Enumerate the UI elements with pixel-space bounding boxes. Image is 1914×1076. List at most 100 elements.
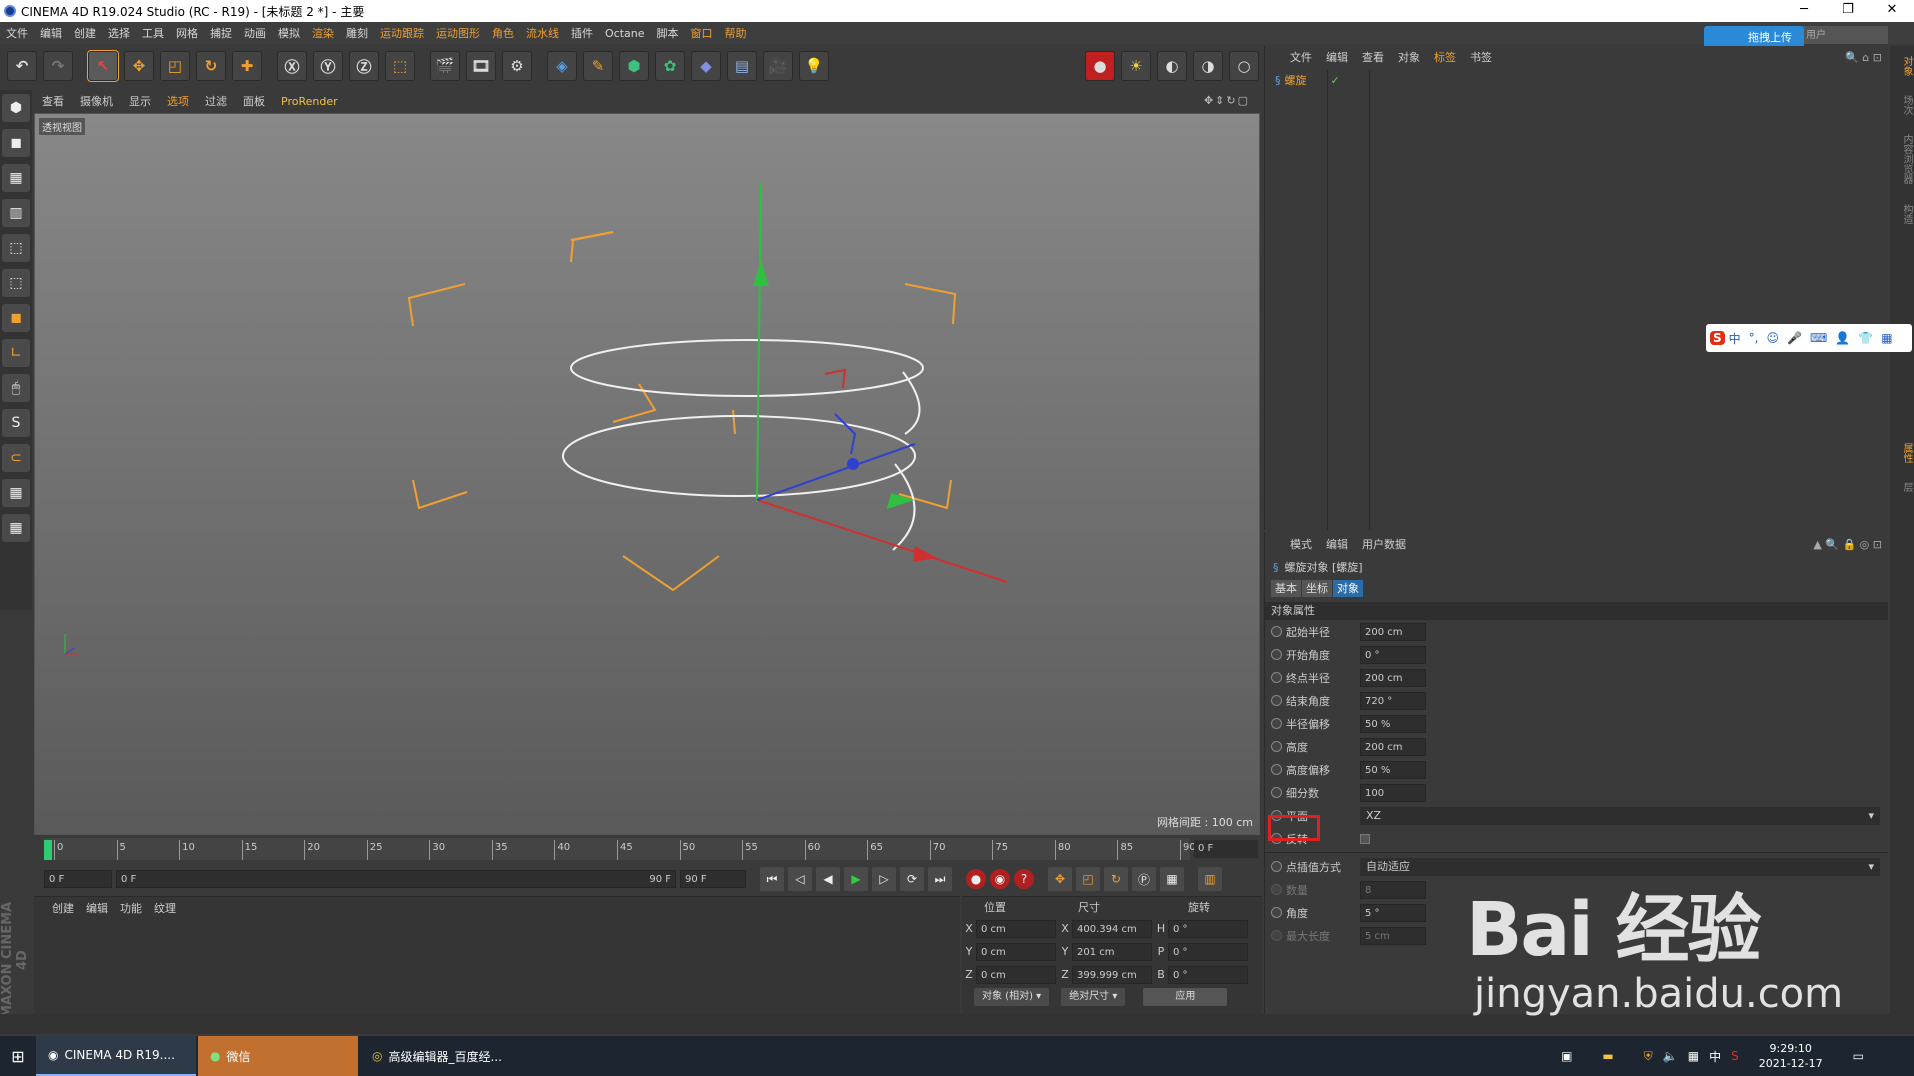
attr-menu-userdata[interactable]: 用户数据: [1355, 536, 1413, 552]
array-button[interactable]: ✿: [655, 51, 685, 81]
key-position-button[interactable]: ✥: [1048, 867, 1072, 891]
scale-tool-button[interactable]: ◰: [160, 51, 190, 81]
animate-radio[interactable]: [1271, 649, 1282, 660]
keyframe-selection-button[interactable]: ?: [1014, 869, 1034, 889]
render-picture-viewer-button[interactable]: 🎞: [466, 51, 496, 81]
menu-snap[interactable]: 捕捉: [204, 25, 238, 41]
undo-button[interactable]: ↶: [7, 51, 37, 81]
obj-menu-file[interactable]: 文件: [1283, 49, 1319, 65]
animate-radio[interactable]: [1271, 695, 1282, 706]
workplane-icon[interactable]: ▥: [2, 199, 30, 227]
menu-select[interactable]: 选择: [102, 25, 136, 41]
key-param-button[interactable]: Ⓟ: [1132, 867, 1156, 891]
texture-mode-icon[interactable]: ▦: [2, 164, 30, 192]
perspective-viewport[interactable]: 透视视图 网格间距 : 100 cm: [34, 113, 1260, 835]
user-dropdown[interactable]: 用户: [1802, 26, 1888, 44]
side-tab-layers[interactable]: 层: [1901, 482, 1912, 492]
size-z-field[interactable]: 399.999 cm: [1072, 965, 1152, 984]
size-x-field[interactable]: 400.394 cm: [1072, 919, 1152, 938]
redo-button[interactable]: ↷: [43, 51, 73, 81]
param-value-field[interactable]: 5 °: [1360, 903, 1426, 922]
menu-motion-tracking[interactable]: 运动跟踪: [374, 25, 430, 41]
notification-icon[interactable]: ▭: [1853, 1049, 1864, 1063]
ime-item-user[interactable]: 👤: [1835, 331, 1850, 345]
position-y-field[interactable]: 0 cm: [976, 942, 1056, 961]
key-rotation-button[interactable]: ↻: [1104, 867, 1128, 891]
menu-window[interactable]: 窗口: [685, 25, 719, 41]
coordinate-system-button[interactable]: ⬚: [385, 51, 415, 81]
mat-menu-edit[interactable]: 编辑: [80, 900, 114, 916]
record-button[interactable]: ●: [966, 869, 986, 889]
key-pla-button[interactable]: ▦: [1160, 867, 1184, 891]
size-mode-dropdown[interactable]: 绝对尺寸 ▾: [1061, 988, 1126, 1006]
animate-radio[interactable]: [1271, 718, 1282, 729]
obj-menu-tags[interactable]: 标签: [1427, 49, 1463, 65]
side-tab-takes[interactable]: 场次: [1901, 95, 1912, 115]
upload-button[interactable]: 拖拽上传: [1704, 26, 1804, 48]
subdivision-button[interactable]: ⬢: [619, 51, 649, 81]
points-mode-icon[interactable]: ⬚: [2, 234, 30, 262]
size-y-field[interactable]: 201 cm: [1072, 942, 1152, 961]
z-axis-button[interactable]: Ⓩ: [349, 51, 379, 81]
camera-button[interactable]: 🎥: [763, 51, 793, 81]
tray-shield-icon[interactable]: ⛨: [1644, 1049, 1653, 1064]
octane-env-button[interactable]: ○: [1229, 51, 1259, 81]
tab-basic[interactable]: 基本: [1271, 579, 1301, 597]
tray-folder-icon[interactable]: ▬: [1602, 1049, 1613, 1063]
visibility-check-icon[interactable]: ✓: [1331, 74, 1340, 87]
ime-item-lang[interactable]: 中: [1729, 330, 1741, 347]
position-x-field[interactable]: 0 cm: [976, 919, 1056, 938]
menu-script[interactable]: 脚本: [651, 25, 685, 41]
taskbar-item-c4d[interactable]: ◉ CINEMA 4D R19....: [36, 1036, 196, 1076]
menu-render[interactable]: 渲染: [306, 25, 340, 41]
menu-tools[interactable]: 工具: [136, 25, 170, 41]
mat-menu-texture[interactable]: 纹理: [148, 900, 182, 916]
menu-file[interactable]: 文件: [0, 25, 34, 41]
tray-network-icon[interactable]: ▦: [1688, 1049, 1699, 1063]
menu-sculpt[interactable]: 雕刻: [340, 25, 374, 41]
param-value-field[interactable]: 0 °: [1360, 645, 1426, 664]
tray-sogou-icon[interactable]: S: [1731, 1049, 1739, 1063]
menu-pipeline[interactable]: 流水线: [520, 25, 565, 41]
tray-ime-label[interactable]: 中: [1709, 1048, 1721, 1065]
close-button[interactable]: ✕: [1870, 0, 1914, 22]
rotate-tool-button[interactable]: ↻: [196, 51, 226, 81]
edges-mode-icon[interactable]: ⬚: [2, 269, 30, 297]
light-button[interactable]: 💡: [799, 51, 829, 81]
position-z-field[interactable]: 0 cm: [976, 965, 1056, 984]
animate-radio[interactable]: [1271, 764, 1282, 775]
range-slider[interactable]: 0 F 90 F: [116, 870, 676, 888]
animate-radio[interactable]: [1271, 626, 1282, 637]
taskbar-item-wechat[interactable]: ● 微信: [198, 1036, 358, 1076]
vp-menu-panel[interactable]: 面板: [235, 93, 273, 109]
obj-menu-edit[interactable]: 编辑: [1319, 49, 1355, 65]
animate-radio[interactable]: [1271, 907, 1282, 918]
menu-mesh[interactable]: 网格: [170, 25, 204, 41]
vp-menu-camera[interactable]: 摄像机: [72, 93, 121, 109]
octane-light-button[interactable]: ☀: [1121, 51, 1151, 81]
tray-volume-icon[interactable]: 🔈: [1663, 1049, 1678, 1063]
loop-button[interactable]: ⟳: [900, 867, 924, 891]
start-button[interactable]: ⊞: [0, 1036, 36, 1076]
y-axis-button[interactable]: Ⓨ: [313, 51, 343, 81]
maximize-button[interactable]: ❐: [1826, 0, 1870, 22]
side-tab-content-browser[interactable]: 内容浏览器: [1901, 134, 1912, 184]
menu-animate[interactable]: 动画: [238, 25, 272, 41]
magnet-icon[interactable]: ⊂: [2, 444, 30, 472]
start-frame-field[interactable]: 0 F: [44, 870, 112, 888]
polygons-mode-icon[interactable]: ◼: [2, 304, 30, 332]
menu-edit[interactable]: 编辑: [34, 25, 68, 41]
param-value-field[interactable]: 50 %: [1360, 714, 1426, 733]
tab-object[interactable]: 对象: [1333, 579, 1363, 597]
rotation-b-field[interactable]: 0 °: [1168, 965, 1248, 984]
floor-button[interactable]: ▤: [727, 51, 757, 81]
menu-plugins[interactable]: 插件: [565, 25, 599, 41]
taskbar-item-chrome[interactable]: ◎ 高级编辑器_百度经...: [360, 1036, 520, 1076]
side-tab-objects[interactable]: 对象: [1901, 56, 1912, 76]
object-row-helix[interactable]: § 螺旋 ✓: [1275, 72, 1340, 88]
mat-menu-function[interactable]: 功能: [114, 900, 148, 916]
deformer-button[interactable]: ◆: [691, 51, 721, 81]
obj-menu-view[interactable]: 查看: [1355, 49, 1391, 65]
param-value-field[interactable]: 50 %: [1360, 760, 1426, 779]
snap-icon[interactable]: S: [2, 409, 30, 437]
